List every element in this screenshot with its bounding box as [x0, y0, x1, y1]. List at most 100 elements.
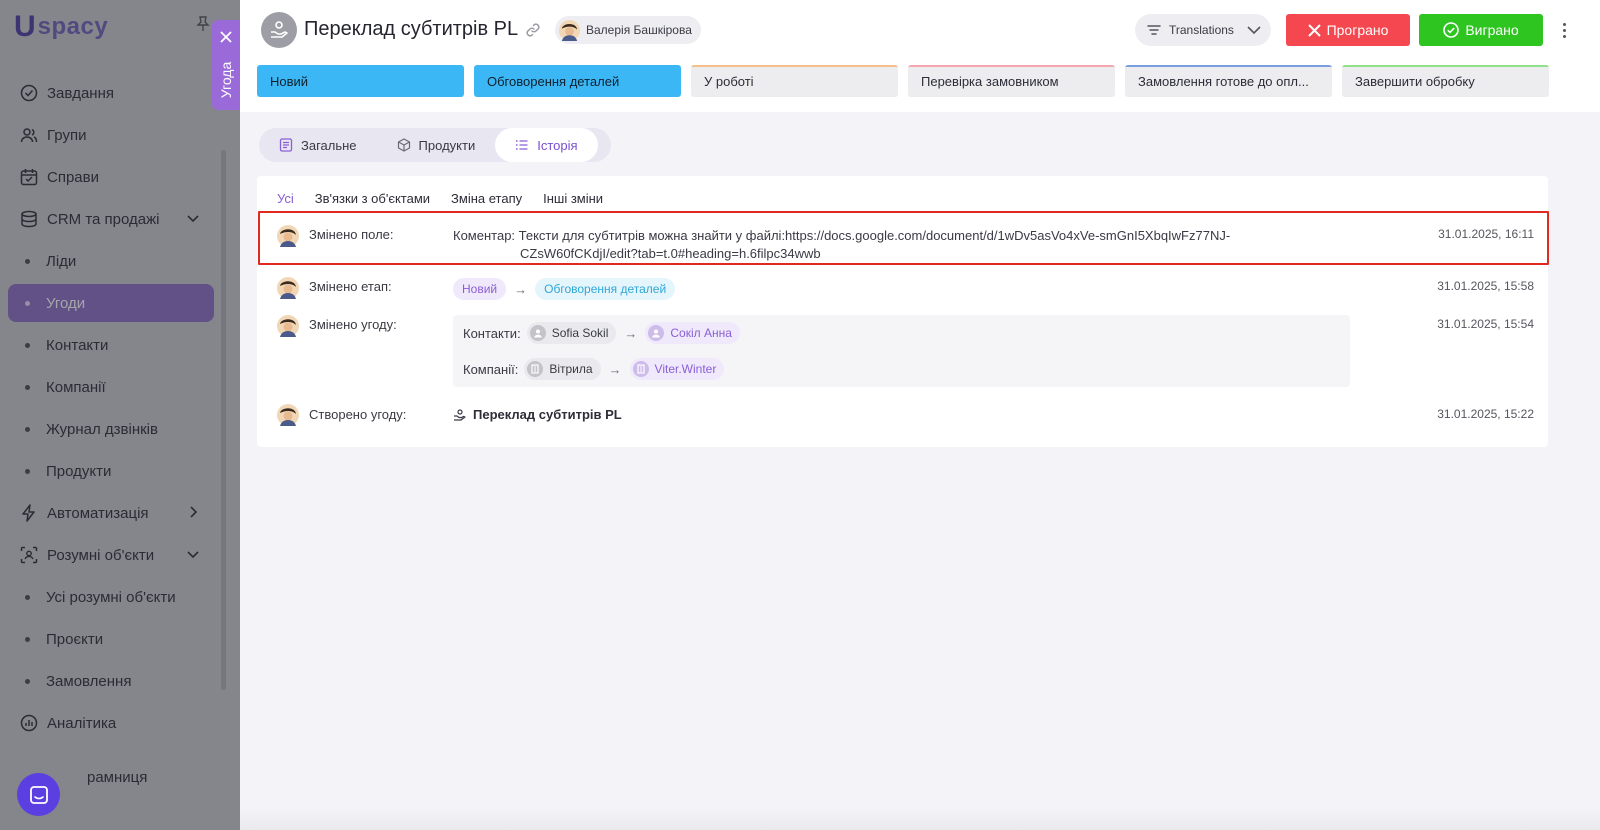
history-action: Змінено угоду: — [309, 317, 397, 332]
chat-icon — [29, 785, 48, 804]
stage-label: Обговорення деталей — [487, 73, 620, 89]
close-icon — [1307, 23, 1321, 37]
comment-value: Коментар: Тексти для субтитрів можна зна… — [453, 227, 1273, 263]
stage-label: Новий — [270, 73, 309, 89]
field-label: Коментар: — [453, 228, 516, 243]
created-deal-name: Переклад субтитрів PL — [473, 407, 622, 422]
history-card: Усі Зв'язки з об'єктами Зміна етапу Інші… — [257, 176, 1549, 447]
arrow-right-icon: → — [624, 325, 638, 341]
history-row-created: Створено угоду: Переклад субтитрів PL 31… — [257, 404, 1548, 428]
lost-button[interactable]: Програно — [1286, 14, 1410, 46]
stage-label: Замовлення готове до опл... — [1138, 73, 1309, 89]
won-button-label: Виграно — [1465, 22, 1519, 38]
created-deal-link[interactable]: Переклад субтитрів PL — [453, 407, 622, 422]
tab-label: Історія — [537, 137, 578, 153]
stage-finish[interactable]: Завершити обробку — [1342, 65, 1549, 97]
chevron-down-icon — [1247, 26, 1261, 35]
lost-button-label: Програно — [1326, 22, 1389, 38]
stage-bar — [691, 65, 898, 67]
avatar — [559, 19, 580, 41]
owner-chip[interactable]: Валерія Башкірова — [555, 16, 701, 44]
chip-label: Сокіл Анна — [670, 326, 732, 340]
avatar — [277, 404, 299, 426]
deal-header: Переклад субтитрів PL Валерія Башкірова … — [240, 0, 1600, 112]
comment-line-2: CZsW60fCKdjI/edit?tab=t.0#heading=h.6fil… — [520, 246, 821, 261]
page-title: Переклад субтитрів PL — [304, 18, 519, 40]
deal-panel: Переклад субтитрів PL Валерія Башкірова … — [240, 0, 1600, 830]
won-button[interactable]: Виграно — [1419, 14, 1543, 46]
building-icon — [632, 361, 649, 377]
filter-other-changes[interactable]: Інші зміни — [543, 191, 603, 206]
stage-bar — [1342, 65, 1549, 67]
tab-history[interactable]: Історія — [495, 128, 598, 162]
history-action: Створено угоду: — [309, 407, 407, 422]
contacts-change: Контакти: Sofia Sokil → Сокіл Анна — [463, 322, 740, 344]
tab-label: Загальне — [301, 137, 357, 153]
stage-transition: Новий → Обговорення деталей — [453, 278, 676, 300]
chip-label: Sofia Sokil — [551, 326, 609, 340]
tab-general[interactable]: Загальне — [259, 128, 377, 162]
arrow-right-icon: → — [608, 361, 622, 377]
tab-products[interactable]: Продукти — [377, 128, 496, 162]
arrow-right-icon: → — [514, 281, 528, 297]
stage-pipeline: Новий Обговорення деталей У роботі Перев… — [257, 65, 1549, 97]
document-icon — [279, 138, 293, 152]
contact-chip-old[interactable]: Sofia Sokil — [526, 322, 617, 344]
user-icon — [529, 325, 546, 341]
stage-customer-review[interactable]: Перевірка замовником — [908, 65, 1115, 97]
filter-icon — [1147, 25, 1161, 35]
filter-stage-change[interactable]: Зміна етапу — [451, 191, 522, 206]
check-circle-icon — [1443, 22, 1460, 38]
changes-box: Контакти: Sofia Sokil → Сокіл Анна Компа… — [453, 315, 1350, 387]
chip-label: Вітрила — [549, 362, 593, 376]
filter-all[interactable]: Усі — [277, 191, 294, 206]
avatar — [277, 277, 299, 299]
avatar — [277, 315, 299, 337]
stage-bar — [908, 65, 1115, 67]
stage-label: Завершити обробку — [1355, 73, 1475, 89]
filter-relations[interactable]: Зв'язки з об'єктами — [315, 191, 430, 206]
history-time: 31.01.2025, 16:11 — [1438, 227, 1534, 241]
company-chip-old[interactable]: Вітрила — [524, 358, 601, 380]
deal-side-tab[interactable]: Угода — [212, 20, 240, 110]
stage-to-badge: Обговорення деталей — [535, 278, 676, 300]
deal-tabs: Загальне Продукти Історія — [259, 128, 611, 162]
deal-tab-label: Угода — [218, 61, 234, 99]
history-row-field-change: Змінено поле: Коментар: Тексти для субти… — [257, 225, 1548, 265]
stage-label: Перевірка замовником — [921, 73, 1059, 89]
contact-chip-new[interactable]: Сокіл Анна — [645, 322, 740, 344]
comment-line-1: Тексти для субтитрів можна знайти у файл… — [518, 228, 1231, 243]
handshake-icon — [271, 21, 288, 38]
chip-label: Viter.Winter — [654, 362, 717, 376]
stage-in-progress[interactable]: У роботі — [691, 65, 898, 97]
stage-discussion[interactable]: Обговорення деталей — [474, 65, 681, 97]
change-label: Компанії: — [463, 361, 519, 377]
history-action: Змінено поле: — [309, 227, 394, 242]
stage-from-badge: Новий — [453, 278, 507, 300]
chat-support-button[interactable] — [17, 773, 60, 816]
stage-new[interactable]: Новий — [257, 65, 464, 97]
link-icon[interactable] — [525, 22, 541, 38]
history-time: 31.01.2025, 15:22 — [1437, 407, 1534, 421]
history-action: Змінено етап: — [309, 279, 392, 294]
pipeline-select-value: Translations — [1169, 23, 1234, 37]
modal-overlay[interactable] — [0, 0, 240, 830]
history-filters: Усі Зв'язки з об'єктами Зміна етапу Інші… — [277, 191, 624, 206]
tab-label: Продукти — [418, 137, 476, 153]
avatar — [277, 225, 299, 247]
list-icon — [516, 140, 528, 150]
panel-bottom-edge — [240, 808, 1600, 830]
stage-ready-to-pay[interactable]: Замовлення готове до опл... — [1125, 65, 1332, 97]
more-options-icon[interactable] — [1557, 18, 1571, 42]
company-chip-new[interactable]: Viter.Winter — [629, 358, 725, 380]
history-row-stage-change: Змінено етап: Новий → Обговорення детале… — [257, 277, 1548, 301]
stage-bar — [1125, 65, 1332, 67]
close-icon[interactable] — [219, 30, 233, 44]
history-time: 31.01.2025, 15:54 — [1437, 317, 1534, 331]
box-icon — [397, 138, 410, 152]
user-icon — [648, 325, 665, 341]
pipeline-select[interactable]: Translations — [1135, 14, 1271, 46]
history-time: 31.01.2025, 15:58 — [1437, 279, 1534, 293]
owner-name: Валерія Башкірова — [586, 23, 692, 37]
companies-change: Компанії: Вітрила → Viter.Winter — [463, 358, 725, 380]
